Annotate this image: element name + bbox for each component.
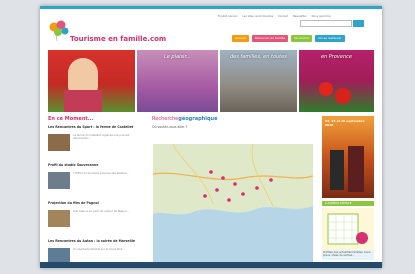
search-button[interactable] — [353, 20, 364, 27]
search-input[interactable] — [300, 20, 352, 27]
balloons-icon — [49, 20, 69, 42]
toplink-contact[interactable]: Contact — [278, 15, 288, 18]
nav-home[interactable]: Accueil — [232, 35, 249, 42]
hero-panel-child — [48, 50, 135, 112]
main-nav: Accueil Découvrir en famille Où dormir O… — [232, 35, 345, 42]
article-thumbnail — [48, 210, 70, 227]
news-column: En ce Moment... Les Rencontres du Sport … — [48, 116, 148, 268]
hero-caption-3: en Provence — [320, 54, 352, 60]
geo-search-column: Recherchegéographique Où voulez-vous all… — [152, 116, 318, 262]
toplink-join[interactable]: Nous rejoindre — [312, 15, 331, 18]
agenda-calendar[interactable] — [322, 208, 374, 256]
region-map[interactable] — [153, 144, 313, 262]
brand-name: Tourisme en famille.com — [70, 35, 167, 43]
agenda-label[interactable]: L'AGENDA FAMILLE — [322, 201, 374, 206]
article-thumbnail — [48, 172, 70, 189]
sidebar-right: 24, 25 et 26 septembre 2010 L'AGENDA FAM… — [322, 116, 374, 256]
toplink-sites[interactable]: Les sites recommandés — [243, 15, 274, 18]
geo-search-question: Où voulez-vous aller ? — [152, 125, 188, 129]
news-item[interactable]: Profil du studio Sauvecanne L'Office du … — [48, 163, 148, 199]
hero-panel-village: des familles, en toutes — [219, 50, 297, 112]
toplink-newsletter[interactable]: Newsletter — [293, 15, 307, 18]
top-links: English version Les sites recommandés Co… — [218, 15, 335, 18]
footer-bar — [40, 262, 382, 268]
hero-caption-2: des familles, en toutes — [229, 54, 287, 60]
site-logo[interactable]: Tourisme en famille.com — [48, 20, 168, 48]
website-page: Tourisme en famille.com English version … — [40, 6, 382, 268]
map-graphic — [153, 144, 313, 215]
news-item[interactable]: Projection du film de Pagnol Une séance … — [48, 201, 148, 237]
newsletter-box[interactable]: Profitez des actualités familles, bons p… — [322, 250, 374, 260]
hero-caption-1: Le plaisir... — [163, 54, 191, 60]
hero-panel-tomatoes: en Provence — [298, 50, 374, 112]
hero-banner: Le plaisir... des familles, en toutes en… — [48, 50, 374, 112]
event-poster[interactable]: 24, 25 et 26 septembre 2010 — [322, 116, 374, 198]
top-accent-bar — [40, 6, 382, 9]
poster-date: 24, 25 et 26 septembre 2010 — [325, 119, 365, 127]
news-item[interactable]: Les Rencontres du Sport : la ferme de Ca… — [48, 125, 148, 161]
article-thumbnail — [48, 134, 70, 151]
nav-discover[interactable]: Découvrir en famille — [251, 35, 289, 42]
hero-panel-lavender: Le plaisir... — [136, 50, 218, 112]
calendar-icon — [327, 213, 368, 245]
geo-search-title: Recherchegéographique — [152, 116, 218, 122]
toplink-english[interactable]: English version — [218, 15, 238, 18]
nav-sleep[interactable]: Où dormir — [291, 35, 313, 42]
news-title: En ce Moment... — [48, 116, 94, 122]
nav-eat[interactable]: Où se restaurer — [315, 35, 345, 42]
